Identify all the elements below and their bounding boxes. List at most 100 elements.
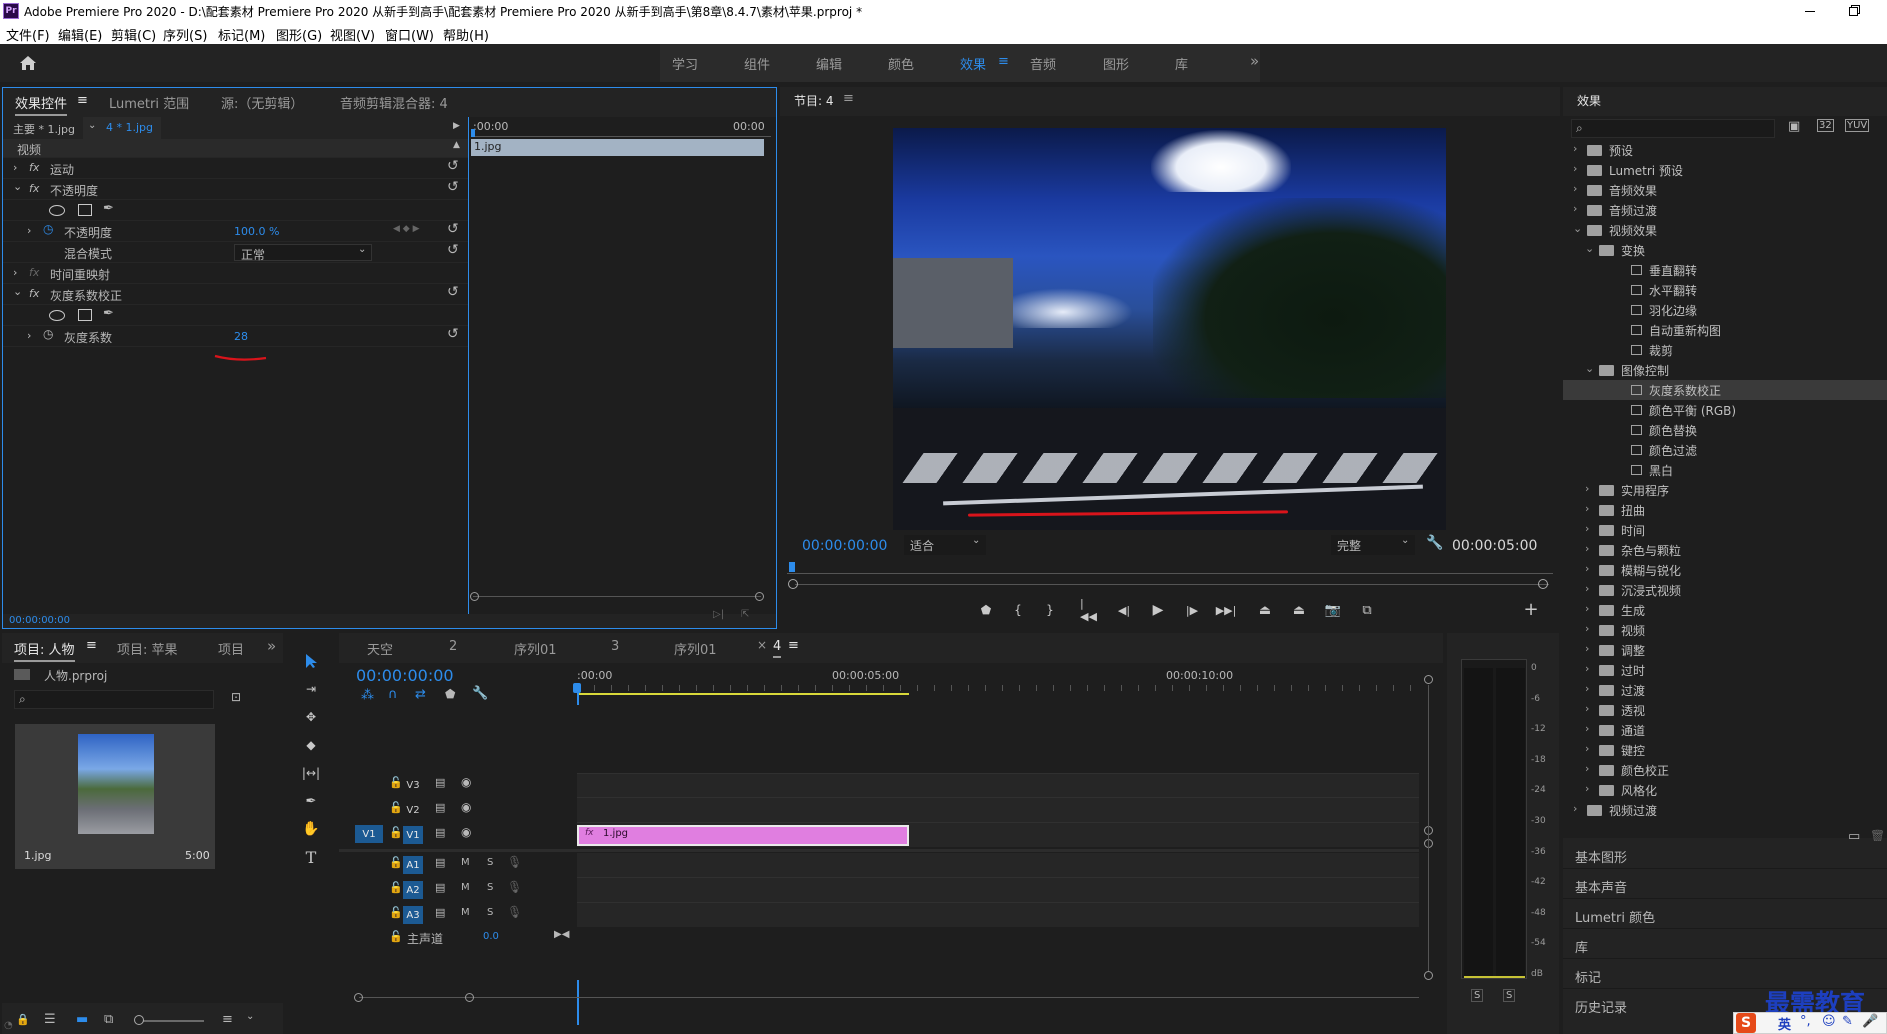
track-v1-label[interactable]: V1 <box>403 826 423 844</box>
effects-folder[interactable]: ⌄ 视频效果 <box>1563 220 1887 240</box>
effects-folder[interactable]: › 预设 <box>1563 140 1887 160</box>
lock-icon[interactable]: 🔓 <box>389 930 403 943</box>
ripple-edit-tool[interactable]: ✥ <box>299 705 323 729</box>
sequence-clip-label[interactable]: 4 * 1.jpg <box>106 121 153 134</box>
icon-view-icon[interactable]: ▬ <box>76 1012 88 1027</box>
filter-icon[interactable]: ▷| <box>713 609 724 620</box>
chevron-down-icon[interactable]: ⌄ <box>246 1011 254 1022</box>
add-marker-button[interactable]: ⬟ <box>976 600 996 620</box>
master-clip-label[interactable]: 主要 * 1.jpg <box>13 121 75 137</box>
effects-folder[interactable]: › 杂色与颗粒 <box>1563 540 1887 560</box>
mark-in-button[interactable]: { <box>1008 600 1028 620</box>
track-select-tool[interactable]: ⇥ <box>299 677 323 701</box>
chevron-right-icon[interactable]: › <box>1585 622 1589 635</box>
effects-folder[interactable]: › 视频 <box>1563 620 1887 640</box>
ime-mic-icon[interactable]: 🎤 <box>1862 1014 1878 1029</box>
timeline-vscroll-track[interactable] <box>1428 685 1429 971</box>
timeline-vscroll-handle[interactable] <box>1424 675 1433 684</box>
microphone-icon[interactable]: 🎙 <box>507 905 522 919</box>
type-tool[interactable]: T <box>299 845 323 869</box>
effects-folder[interactable]: › 音频效果 <box>1563 180 1887 200</box>
reset-icon[interactable]: ↺ <box>447 158 459 174</box>
chevron-right-icon[interactable]: › <box>1585 642 1589 655</box>
effects-item[interactable]: 颜色平衡 (RGB) <box>1563 400 1887 420</box>
reset-icon[interactable]: ↺ <box>447 242 459 258</box>
pen-mask-icon[interactable]: ✒ <box>103 201 114 216</box>
menu-sequence[interactable]: 序列(S) <box>163 25 207 44</box>
tab-sequence01-b[interactable]: 序列01 <box>674 639 717 658</box>
accelerated-effects-icon[interactable]: ▣ <box>1788 119 1800 134</box>
fit-select[interactable]: 适合 ⌄ <box>904 535 986 555</box>
go-to-out-button[interactable]: ▶▶| <box>1216 600 1237 620</box>
eye-icon[interactable]: ◉ <box>461 775 471 789</box>
chevron-right-icon[interactable]: › <box>1585 662 1589 675</box>
zoom-handle-right[interactable] <box>1538 579 1548 589</box>
workspace-color[interactable]: 颜色 <box>888 54 914 73</box>
chevron-down-icon[interactable]: ⌄ <box>1585 362 1594 375</box>
lock-icon[interactable]: 🔓 <box>389 906 403 919</box>
chevron-right-icon[interactable]: › <box>1585 522 1589 535</box>
chevron-right-icon[interactable]: › <box>1573 202 1577 215</box>
play-button[interactable]: ▶ <box>1148 600 1168 620</box>
tab-source[interactable]: 源:（无剪辑） <box>221 93 303 112</box>
chevron-right-icon[interactable]: › <box>1585 722 1589 735</box>
effects-folder[interactable]: › 音频过渡 <box>1563 200 1887 220</box>
essential-sound-section[interactable]: 基本声音 <box>1563 871 1887 899</box>
timeline-timecode[interactable]: 00:00:00:00 <box>356 666 454 685</box>
effects-folder[interactable]: › 时间 <box>1563 520 1887 540</box>
collapse-up-icon[interactable]: ▲ <box>453 140 460 150</box>
keyframe-nav-icon[interactable]: ◀ ◆ ▶ <box>393 224 420 234</box>
workspace-learn[interactable]: 学习 <box>672 54 698 73</box>
chevron-right-icon[interactable]: › <box>1573 142 1577 155</box>
expand-chevron-icon[interactable]: › <box>13 266 17 279</box>
effects-folder[interactable]: › 调整 <box>1563 640 1887 660</box>
tab-4[interactable]: 4 <box>773 639 782 658</box>
reset-icon[interactable]: ↺ <box>447 326 459 342</box>
zoom-handle-left[interactable] <box>788 579 798 589</box>
effects-folder[interactable]: › 扭曲 <box>1563 500 1887 520</box>
menu-window[interactable]: 窗口(W) <box>385 25 434 44</box>
workspace-graphics[interactable]: 图形 <box>1103 54 1129 73</box>
export-frame-button[interactable]: 📷 <box>1322 600 1344 620</box>
menu-edit[interactable]: 编辑(E) <box>58 25 102 44</box>
lock-icon[interactable]: 🔓 <box>389 856 403 869</box>
find-icon[interactable]: ⊡ <box>231 690 241 704</box>
reset-icon[interactable]: ↺ <box>447 221 459 237</box>
effects-folder[interactable]: › 通道 <box>1563 720 1887 740</box>
menu-help[interactable]: 帮助(H) <box>443 25 489 44</box>
expand-chevron-icon[interactable]: ⌄ <box>13 285 22 298</box>
eye-icon[interactable]: ◉ <box>461 825 471 839</box>
tab-project[interactable]: 项目 <box>218 639 244 658</box>
reset-icon[interactable]: ↺ <box>447 179 459 195</box>
mini-scrollbar[interactable] <box>473 596 761 597</box>
step-back-button[interactable]: ◀| <box>1114 600 1134 620</box>
tab-sequence01[interactable]: 序列01 <box>514 639 557 658</box>
master-track-value[interactable]: 0.0 <box>483 931 499 942</box>
fx-badge-icon[interactable]: fx <box>29 161 39 174</box>
effect-opacity-row[interactable]: ⌄ fx 不透明度 ↺ <box>3 179 468 200</box>
expand-chevron-icon[interactable]: › <box>27 224 31 237</box>
lock-icon[interactable]: 🔓 <box>389 881 403 894</box>
effects-folder[interactable]: › 沉浸式视频 <box>1563 580 1887 600</box>
chevron-right-icon[interactable]: › <box>1585 542 1589 555</box>
export-icon[interactable]: ⇱ <box>741 609 749 620</box>
menu-view[interactable]: 视图(V) <box>330 25 375 44</box>
lumetri-color-section[interactable]: Lumetri 颜色 <box>1563 901 1887 929</box>
microphone-icon[interactable]: 🎙 <box>507 880 522 894</box>
fx-badge-icon[interactable]: fx <box>29 182 39 195</box>
sync-lock-icon[interactable]: ▤ <box>435 856 445 869</box>
effects-folder[interactable]: › 过渡 <box>1563 680 1887 700</box>
effect-time-remap-row[interactable]: › fx 时间重映射 <box>3 263 468 284</box>
expand-chevron-icon[interactable]: › <box>13 161 17 174</box>
tab-3[interactable]: 3 <box>611 639 619 654</box>
workspace-menu-icon[interactable]: ≡ <box>998 54 1009 69</box>
track-a3-label[interactable]: A3 <box>403 906 423 924</box>
sync-lock-icon[interactable]: ▤ <box>435 801 445 814</box>
effects-folder[interactable]: › 模糊与锐化 <box>1563 560 1887 580</box>
eye-icon[interactable]: ◉ <box>461 800 471 814</box>
pen-mask-icon[interactable]: ✒ <box>103 306 114 321</box>
solo-button[interactable]: S <box>487 882 493 893</box>
tab-lumetri-scopes[interactable]: Lumetri 范围 <box>109 93 189 112</box>
razor-tool[interactable]: ◆ <box>299 733 323 757</box>
work-area-bar[interactable] <box>577 693 909 695</box>
